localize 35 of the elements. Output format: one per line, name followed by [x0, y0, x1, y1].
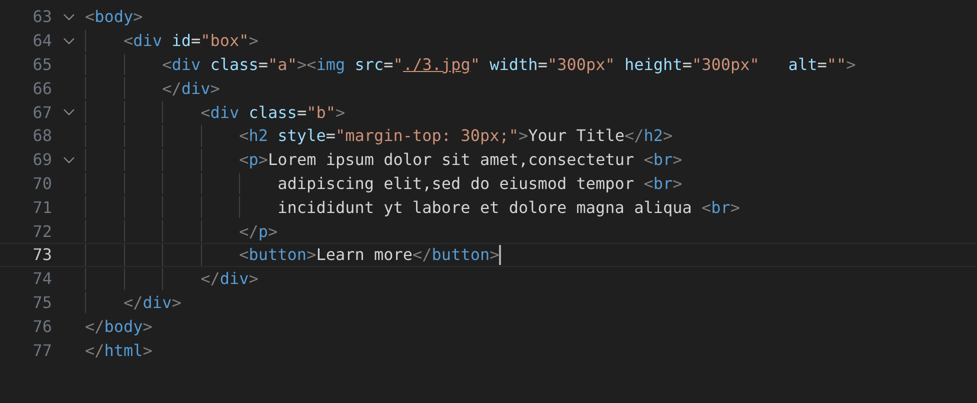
line-number: 63 [32, 7, 52, 26]
line-number: 68 [32, 126, 52, 146]
code-line: incididunt yt labore et dolore magna aliqua <br> [276, 198, 740, 217]
code-line: <div id="box"> [122, 31, 258, 50]
fold-chevron-icon[interactable] [62, 108, 74, 116]
line-number: 69 [32, 150, 52, 170]
line-number: 72 [32, 222, 52, 241]
code-line: </body> [85, 316, 152, 336]
line-number: 66 [32, 78, 52, 98]
text-cursor [499, 244, 502, 265]
code-line: <div class="b"> [200, 102, 346, 122]
code-line: <h2 style="margin-top: 30px;">Your Title</h2> [238, 126, 673, 146]
code-line: <div class="a"><img src="./3.jpg" width="300px" height="300px" alt=""> [161, 54, 856, 74]
fold-chevron-icon[interactable] [62, 156, 74, 164]
line-number: 67 [32, 102, 52, 122]
line-number: 74 [32, 269, 52, 288]
code-line: <p>Lorem ipsum dolor sit amet,consectetur <br> [238, 150, 682, 170]
line-number: 70 [32, 174, 52, 193]
line-number: 65 [32, 54, 52, 74]
line-number: 64 [32, 31, 52, 50]
code-line: </div> [200, 269, 258, 288]
line-number: 75 [32, 292, 52, 312]
line-number: 73 [32, 245, 52, 264]
code-line: adipiscing elit,sed do eiusmod tempor <br> [276, 174, 682, 193]
fold-chevron-icon[interactable] [62, 36, 74, 45]
line-number: 71 [32, 198, 52, 217]
code-line: </div> [122, 292, 182, 312]
line-number: 76 [32, 316, 52, 336]
code-line: </p> [238, 222, 278, 241]
line-number: 77 [32, 340, 52, 360]
code-line: <button>Learn more</button> [238, 245, 500, 264]
fold-chevron-icon[interactable] [62, 12, 74, 21]
code-line: </div> [161, 78, 220, 98]
code-line: <body> [85, 7, 143, 26]
code-line: </html> [85, 340, 152, 360]
